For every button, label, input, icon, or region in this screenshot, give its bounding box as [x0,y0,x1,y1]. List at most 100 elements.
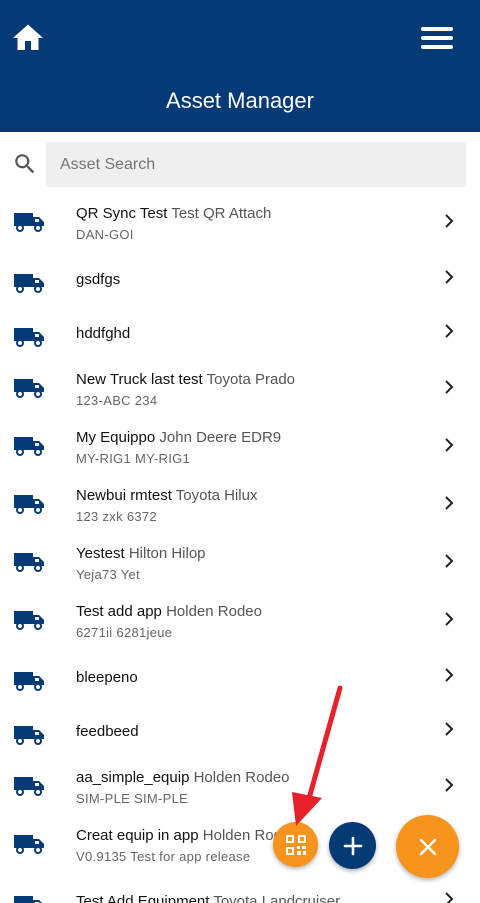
chevron-right-icon [443,380,455,394]
asset-model: Test QR Attach [171,205,272,222]
asset-list-item[interactable]: bleepeno [0,646,480,700]
asset-text: Newbui rmtest Toyota Hilux 123 zxk 6372 [76,486,436,525]
truck-icon [13,211,45,233]
truck-icon [13,609,45,631]
asset-text: hddfghd [76,324,436,343]
plus-icon [343,836,362,855]
asset-model: Hilton Hilop [128,545,206,562]
truck-icon [13,724,45,746]
asset-text: feedbeed [76,722,436,741]
asset-name: hddfghd [76,325,131,342]
asset-list-item[interactable]: aa_simple_equip Holden Rodeo SIM-PLE SIM-… [0,754,480,812]
asset-title: My Equippo John Deere EDR9 [76,428,436,447]
asset-text: Yestest Hilton Hilop Yeja73 Yet [76,544,436,583]
chevron-right-icon [443,892,455,903]
chevron-right-icon [443,554,455,568]
chevron-right-icon [443,612,455,626]
asset-list[interactable]: QR Sync Test Test QR Attach DAN-GOI gsdfgs… [0,190,480,903]
asset-registration: 123-ABC 234 [76,393,158,408]
asset-text: gsdfgs [76,270,436,289]
asset-text: aa_simple_equip Holden Rodeo SIM-PLE SIM-… [76,768,436,807]
close-fab-menu-button[interactable] [396,815,459,878]
asset-text: bleepeno [76,668,436,687]
asset-list-item[interactable]: Yestest Hilton Hilop Yeja73 Yet [0,530,480,588]
asset-name: gsdfgs [76,271,121,288]
asset-name: bleepeno [76,669,138,686]
asset-name: aa_simple_equip [76,769,190,786]
chevron-right-icon [443,214,455,228]
truck-icon [13,493,45,515]
truck-icon [13,435,45,457]
asset-title: hddfghd [76,324,436,343]
asset-name: feedbeed [76,723,139,740]
asset-text: New Truck last test Toyota Prado 123-ABC … [76,370,436,409]
chevron-right-icon [443,270,455,284]
asset-title: Yestest Hilton Hilop [76,544,436,563]
page-title: Asset Manager [166,88,314,113]
truck-icon [13,775,45,797]
asset-model: Toyota Hilux [175,487,258,504]
asset-registration: DAN-GOI [76,227,134,242]
chevron-right-icon [443,438,455,452]
asset-list-item[interactable]: gsdfgs [0,248,480,302]
asset-list-item[interactable]: Newbui rmtest Toyota Hilux 123 zxk 6372 [0,472,480,530]
truck-icon [13,326,45,348]
asset-list-item[interactable]: New Truck last test Toyota Prado 123-ABC … [0,356,480,414]
home-icon [13,24,43,50]
search-icon [15,154,35,174]
asset-title: bleepeno [76,668,436,687]
qr-code-icon [285,834,306,855]
asset-list-item[interactable]: My Equippo John Deere EDR9 MY-RIG1 MY-RIG… [0,414,480,472]
asset-list-item[interactable]: Test Add Equipment Toyota Landcruiser [0,870,480,903]
asset-model: Holden Rodeo [166,603,262,620]
chevron-right-icon [443,668,455,682]
asset-text: My Equippo John Deere EDR9 MY-RIG1 MY-RIG… [76,428,436,467]
asset-model: John Deere EDR9 [159,429,282,446]
asset-name: My Equippo [76,429,156,446]
asset-title: Test Add Equipment Toyota Landcruiser [76,892,436,903]
asset-list-item[interactable]: feedbeed [0,700,480,754]
asset-text: Creat equip in app Holden Rodeo V0.9135 T… [76,826,436,865]
asset-registration: 6271ii 6281jeue [76,625,173,640]
close-icon [419,838,436,855]
menu-button[interactable] [418,24,456,54]
asset-name: Creat equip in app [76,827,199,844]
chevron-right-icon [443,722,455,736]
hamburger-menu-icon [421,27,453,31]
asset-model: Holden Rodeo [193,769,290,786]
asset-title: gsdfgs [76,270,436,289]
add-asset-button[interactable] [329,822,376,869]
asset-search-field[interactable] [46,142,466,187]
asset-name: Test add app [76,603,162,620]
asset-search-input[interactable] [46,142,466,187]
truck-icon [13,670,45,692]
home-button[interactable] [10,20,46,56]
asset-list-item[interactable]: QR Sync Test Test QR Attach DAN-GOI [0,190,480,248]
asset-name: Yestest [76,545,125,562]
truck-icon [13,551,45,573]
hamburger-bar [421,36,453,40]
asset-title: Creat equip in app Holden Rodeo [76,826,436,845]
asset-name: Test Add Equipment [76,893,210,903]
truck-icon [13,894,45,903]
asset-title: aa_simple_equip Holden Rodeo [76,768,436,787]
asset-name: New Truck last test [76,371,203,388]
asset-title: QR Sync Test Test QR Attach [76,204,436,223]
chevron-right-icon [443,778,455,792]
asset-list-item[interactable]: Test add app Holden Rodeo 6271ii 6281jeue [0,588,480,646]
asset-text: QR Sync Test Test QR Attach DAN-GOI [76,204,436,243]
app-header: Asset Manager [0,0,480,132]
chevron-right-icon [443,324,455,338]
asset-text: Test add app Holden Rodeo 6271ii 6281jeue [76,602,436,641]
asset-title: Test add app Holden Rodeo [76,602,436,621]
truck-icon [13,272,45,294]
truck-icon [13,377,45,399]
asset-name: Newbui rmtest [76,487,172,504]
asset-model: Toyota Prado [206,371,295,388]
asset-registration: Yeja73 Yet [76,567,140,582]
asset-model: Toyota Landcruiser [213,893,341,903]
asset-registration: V0.9135 Test for app release [76,849,251,864]
asset-registration: 123 zxk 6372 [76,509,157,524]
scan-qr-button[interactable] [273,822,318,867]
asset-list-item[interactable]: hddfghd [0,302,480,356]
